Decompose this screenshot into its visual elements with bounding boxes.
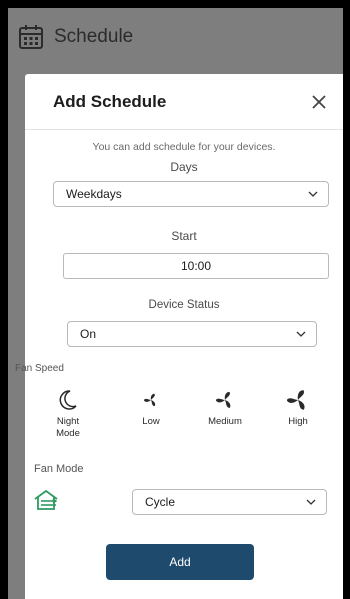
dialog-subtitle: You can add schedule for your devices. (92, 141, 276, 153)
speed-label-low: Low (142, 416, 160, 427)
speed-option-low[interactable]: Low (123, 386, 179, 428)
device-status-label: Device Status (148, 299, 220, 311)
device-status-select[interactable]: On (67, 321, 317, 347)
fan-icon (216, 391, 231, 408)
add-button[interactable]: Add (106, 544, 254, 580)
days-label: Days (170, 160, 198, 174)
chevron-down-icon (296, 331, 306, 337)
fan-icon (144, 393, 156, 407)
fan-mode-value: Cycle (145, 495, 176, 509)
dialog-header: Add Schedule (25, 74, 343, 130)
add-schedule-dialog: Add Schedule You can add schedule for yo… (25, 74, 343, 599)
fan-speed-label: Fan Speed (15, 363, 64, 374)
chevron-down-icon (308, 191, 318, 197)
speed-option-medium[interactable]: Medium (197, 386, 253, 428)
fan-mode-label: Fan Mode (34, 463, 84, 475)
speed-label-high: High (288, 416, 308, 427)
device-status-value: On (80, 327, 97, 341)
calendar-icon (19, 25, 43, 49)
header-bar: Schedule (8, 8, 343, 66)
close-icon[interactable] (309, 92, 329, 112)
speed-label-night: Night (56, 416, 80, 427)
start-time-input[interactable]: 10:00 (63, 253, 329, 279)
start-label: Start (171, 229, 197, 243)
chevron-down-icon (306, 499, 316, 505)
fan-mode-select[interactable]: Cycle (132, 489, 327, 515)
days-value: Weekdays (66, 187, 122, 201)
days-select[interactable]: Weekdays (53, 181, 329, 207)
app-frame: Schedule Add Schedule You can add schedu… (8, 8, 343, 599)
moon-icon (59, 390, 77, 410)
speed-label-medium: Medium (208, 416, 242, 427)
speed-label-mode: Mode (56, 428, 80, 439)
fan-icon (287, 390, 305, 410)
page-title: Schedule (54, 26, 134, 47)
speed-option-high[interactable]: High (270, 386, 326, 428)
speed-option-night-mode[interactable]: Night Mode (40, 386, 96, 440)
fan-mode-icon (34, 489, 58, 510)
dialog-title: Add Schedule (53, 91, 167, 111)
